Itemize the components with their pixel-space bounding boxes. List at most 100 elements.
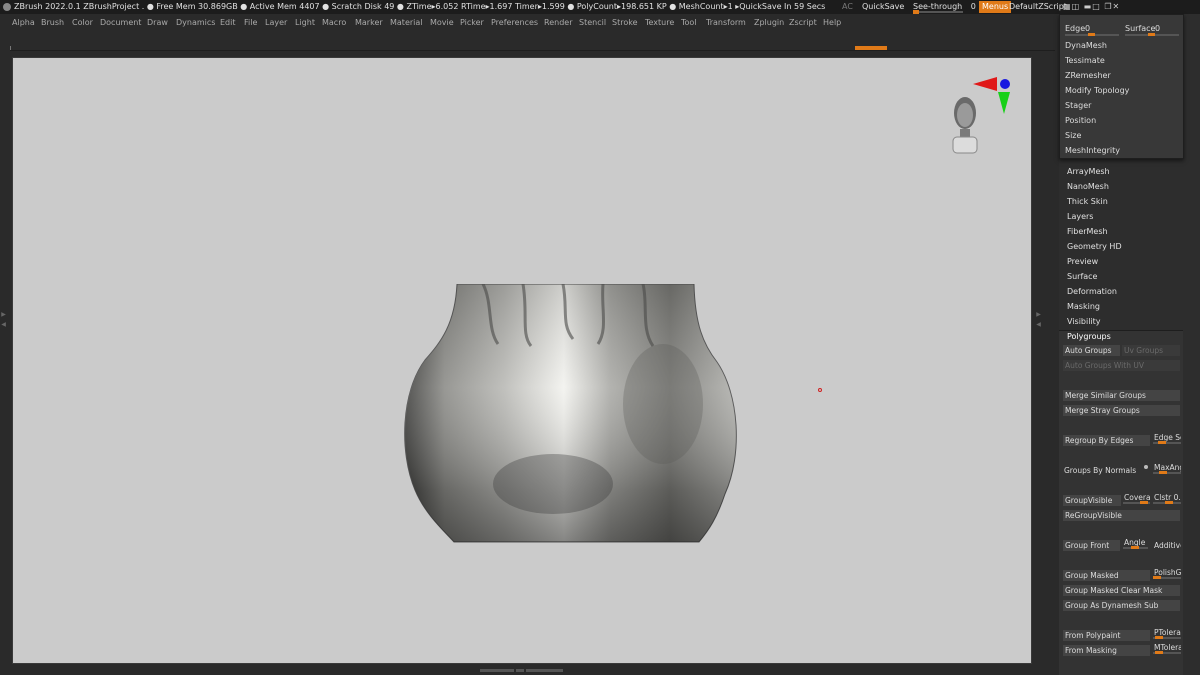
slider-knob[interactable]	[1153, 576, 1161, 579]
menu-zscript[interactable]: Zscript	[789, 14, 817, 32]
menu-item-modify-topology[interactable]: Modify Topology	[1065, 86, 1129, 95]
subpalette-fibermesh[interactable]: FiberMesh	[1067, 227, 1108, 236]
groups-by-normals-label[interactable]: Groups By Normals	[1064, 465, 1136, 476]
subpalette-masking[interactable]: Masking	[1067, 302, 1100, 311]
slider-knob[interactable]	[1158, 441, 1166, 444]
slider-knob[interactable]	[1131, 546, 1139, 549]
shelf-scroll-marker[interactable]	[855, 46, 887, 50]
p-tolerance-slider[interactable]: PTolera	[1153, 628, 1181, 639]
max-angle-slider[interactable]: MaxAng	[1153, 463, 1181, 474]
group-front-button[interactable]: Group Front	[1063, 540, 1120, 551]
subpalette-geometry-hd[interactable]: Geometry HD	[1067, 242, 1122, 251]
see-through-slider[interactable]: See-through 0	[913, 0, 976, 14]
group-masked-button[interactable]: Group Masked	[1063, 570, 1150, 581]
group-as-dynamesh-sub-button[interactable]: Group As Dynamesh Sub	[1063, 600, 1180, 611]
regroup-visible-button[interactable]: ReGroupVisible	[1063, 510, 1180, 521]
subpalette-deformation[interactable]: Deformation	[1067, 287, 1117, 296]
menu-item-stager[interactable]: Stager	[1065, 101, 1091, 110]
subpalette-surface[interactable]: Surface	[1067, 272, 1097, 281]
slider-knob[interactable]	[1140, 501, 1148, 504]
menu-tool[interactable]: Tool	[681, 14, 697, 32]
menu-zplugin[interactable]: Zplugin	[754, 14, 784, 32]
minimize-icon[interactable]: ▬	[1084, 2, 1093, 11]
maximize-icon[interactable]: □	[1092, 2, 1101, 11]
menu-light[interactable]: Light	[295, 14, 315, 32]
menu-preferences[interactable]: Preferences	[491, 14, 538, 32]
menu-help[interactable]: Help	[823, 14, 841, 32]
subpalette-visibility[interactable]: Visibility	[1067, 317, 1101, 326]
close-icon[interactable]: ✕	[1113, 2, 1121, 11]
menu-color[interactable]: Color	[72, 14, 93, 32]
vase-mesh[interactable]	[403, 284, 737, 544]
slider-knob[interactable]	[1155, 651, 1163, 654]
menu-stroke[interactable]: Stroke	[612, 14, 638, 32]
regroup-by-edges-button[interactable]: Regroup By Edges	[1063, 435, 1150, 446]
normals-toggle-dot[interactable]	[1144, 465, 1148, 469]
subpalette-layers[interactable]: Layers	[1067, 212, 1093, 221]
menu-alpha[interactable]: Alpha	[12, 14, 35, 32]
slider-knob[interactable]	[1165, 501, 1173, 504]
group-masked-clear-mask-button[interactable]: Group Masked Clear Mask	[1063, 585, 1180, 596]
bottom-tray-handle[interactable]	[480, 668, 563, 673]
menu-render[interactable]: Render	[544, 14, 572, 32]
default-zscript-button[interactable]: DefaultZScript	[1009, 0, 1067, 14]
layout-icon[interactable]: ▦	[1063, 2, 1072, 11]
menu-transform[interactable]: Transform	[706, 14, 746, 32]
additive-toggle[interactable]: Additive	[1154, 540, 1181, 551]
menus-button[interactable]: Menus	[979, 1, 1012, 13]
menu-marker[interactable]: Marker	[355, 14, 383, 32]
merge-stray-groups-button[interactable]: Merge Stray Groups	[1063, 405, 1180, 416]
menu-macro[interactable]: Macro	[322, 14, 346, 32]
from-masking-button[interactable]: From Masking	[1063, 645, 1150, 656]
menu-document[interactable]: Document	[100, 14, 141, 32]
restore-icon[interactable]: ❐	[1104, 2, 1112, 11]
from-polypaint-button[interactable]: From Polypaint	[1063, 630, 1150, 641]
palette-icon[interactable]: ◫	[1072, 2, 1081, 11]
menu-picker[interactable]: Picker	[460, 14, 484, 32]
menu-material[interactable]: Material	[390, 14, 423, 32]
edge-sensitivity-slider[interactable]: Edge Se	[1153, 433, 1181, 444]
axis-gizmo-icon[interactable]	[973, 74, 1013, 118]
auto-groups-button[interactable]: Auto Groups	[1063, 345, 1120, 356]
menu-item-dynamesh[interactable]: DynaMesh	[1065, 41, 1107, 50]
polish-groups-slider[interactable]: PolishG	[1153, 568, 1181, 579]
menu-dynamics[interactable]: Dynamics	[176, 14, 215, 32]
angle-slider[interactable]: Angle	[1123, 538, 1148, 549]
slider-knob[interactable]	[1155, 636, 1163, 639]
m-tolerance-slider[interactable]: MTolera	[1153, 643, 1181, 654]
zbrush-logo-icon	[3, 3, 11, 11]
menu-draw[interactable]: Draw	[147, 14, 168, 32]
ac-button[interactable]: AC	[842, 0, 853, 14]
menu-brush[interactable]: Brush	[41, 14, 64, 32]
group-visible-button[interactable]: GroupVisible	[1063, 495, 1121, 506]
menu-edit[interactable]: Edit	[220, 14, 236, 32]
left-tray-toggle[interactable]: ▶ ◀	[1, 310, 6, 370]
menu-item-zremesher[interactable]: ZRemesher	[1065, 71, 1111, 80]
subpalette-thick-skin[interactable]: Thick Skin	[1067, 197, 1108, 206]
cluster-slider[interactable]: Clstr 0.	[1153, 493, 1181, 504]
menu-item-size[interactable]: Size	[1065, 131, 1081, 140]
menu-item-meshintegrity[interactable]: MeshIntegrity	[1065, 146, 1120, 155]
right-tray-toggle[interactable]: ▶ ◀	[1036, 310, 1041, 370]
menu-texture[interactable]: Texture	[645, 14, 674, 32]
menu-item-position[interactable]: Position	[1065, 116, 1096, 125]
uv-groups-button[interactable]: Uv Groups	[1122, 345, 1180, 356]
edge-slider-knob[interactable]	[1088, 33, 1095, 36]
menu-movie[interactable]: Movie	[430, 14, 454, 32]
menu-stencil[interactable]: Stencil	[579, 14, 606, 32]
menu-file[interactable]: File	[244, 14, 257, 32]
menu-layer[interactable]: Layer	[265, 14, 287, 32]
auto-groups-with-uv-button[interactable]: Auto Groups With UV	[1063, 360, 1180, 371]
coverage-slider[interactable]: Coverag	[1123, 493, 1150, 504]
subpalette-arraymesh[interactable]: ArrayMesh	[1067, 167, 1110, 176]
merge-similar-groups-button[interactable]: Merge Similar Groups	[1063, 390, 1180, 401]
subpalette-polygroups[interactable]: Polygroups	[1067, 332, 1111, 341]
document-canvas[interactable]	[12, 57, 1032, 664]
quicksave-button[interactable]: QuickSave	[862, 0, 904, 14]
menu-item-tessimate[interactable]: Tessimate	[1065, 56, 1105, 65]
surface-label: Surface	[1125, 24, 1156, 33]
surface-slider-knob[interactable]	[1148, 33, 1155, 36]
subpalette-nanomesh[interactable]: NanoMesh	[1067, 182, 1109, 191]
slider-knob[interactable]	[1159, 471, 1167, 474]
subpalette-preview[interactable]: Preview	[1067, 257, 1098, 266]
